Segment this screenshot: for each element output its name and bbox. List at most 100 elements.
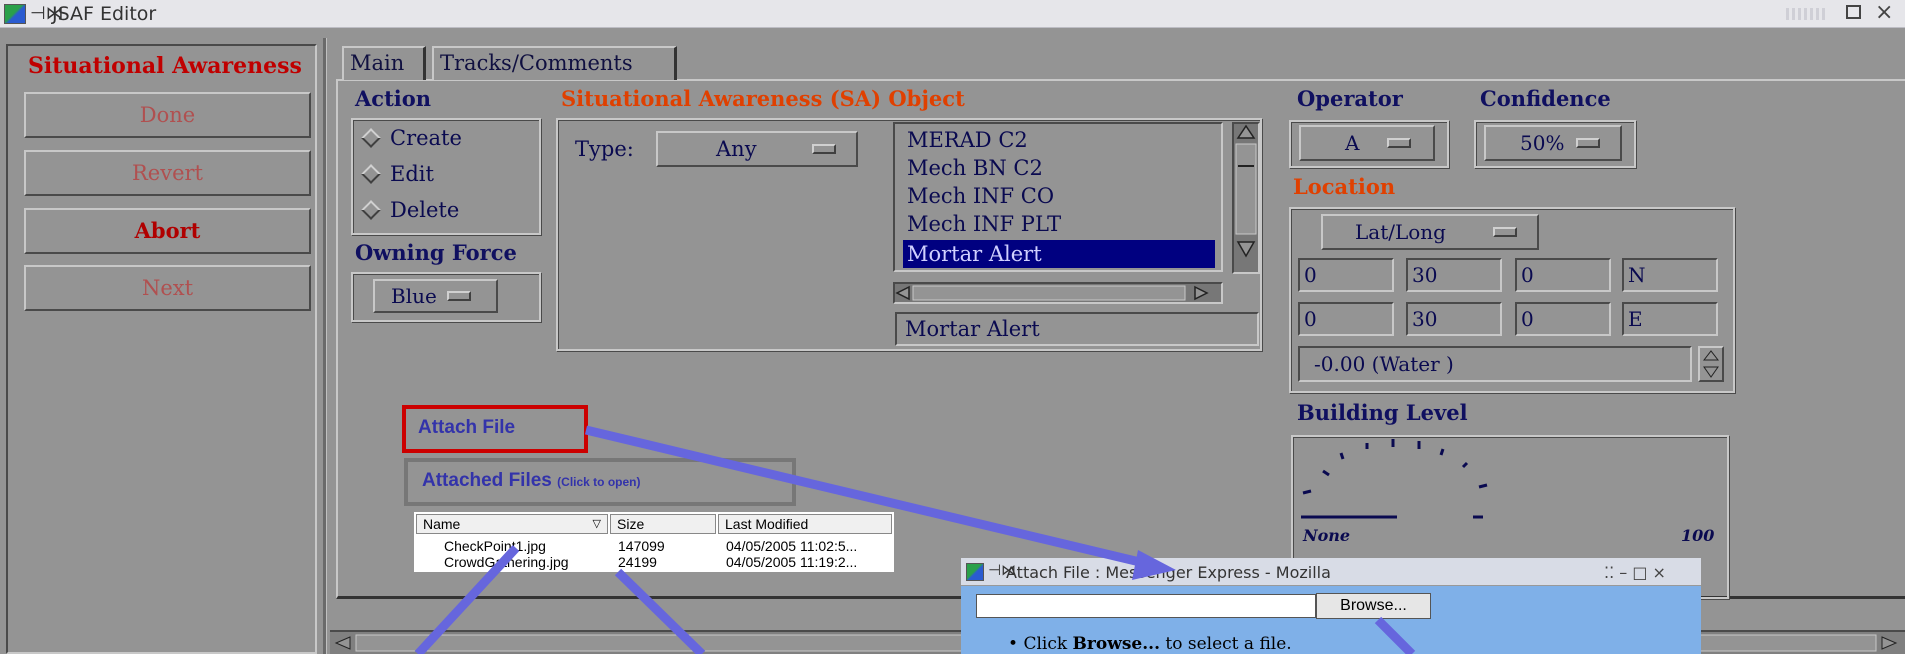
radio-diamond-icon	[361, 163, 381, 184]
list-vertical-scrollbar[interactable]	[1232, 122, 1260, 274]
table-cell-name[interactable]: CrowdGathering.jpg	[444, 554, 569, 570]
coordinate-mode-menu[interactable]: Lat/Long	[1321, 214, 1539, 250]
selected-object-field[interactable]: Mortar Alert	[895, 312, 1259, 346]
lat-seconds-field[interactable]: 0	[1515, 258, 1611, 292]
scroll-left-icon[interactable]	[895, 285, 910, 301]
list-item[interactable]: Mech INF PLT	[903, 210, 1215, 238]
coordinate-mode-value: Lat/Long	[1355, 220, 1446, 244]
table-cell-modified: 04/05/2005 11:19:2...	[726, 554, 858, 570]
radio-create[interactable]: Create	[361, 126, 462, 150]
column-header-modified[interactable]: Last Modified	[718, 514, 892, 534]
abort-button[interactable]: Abort	[24, 208, 311, 254]
scroll-up-icon[interactable]	[1236, 124, 1256, 139]
sort-icon: ▽	[592, 518, 601, 530]
scroll-down-icon[interactable]	[1236, 241, 1256, 258]
radio-diamond-icon	[361, 127, 381, 148]
instruction-prefix: Click	[1023, 634, 1073, 654]
window-title: JSAF Editor	[52, 3, 157, 25]
option-menu-icon	[1493, 227, 1517, 237]
owning-force-value: Blue	[391, 284, 437, 308]
table-cell-name[interactable]: CheckPoint1.jpg	[444, 538, 546, 554]
next-button[interactable]: Next	[24, 265, 311, 311]
type-menu[interactable]: Any	[656, 131, 858, 167]
location-label: Location	[1293, 174, 1396, 199]
file-path-input[interactable]	[976, 594, 1316, 618]
revert-button[interactable]: Revert	[24, 150, 311, 196]
owning-force-menu[interactable]: Blue	[373, 279, 498, 313]
spin-up-icon[interactable]	[1702, 350, 1720, 361]
table-cell-modified: 04/05/2005 11:02:5...	[726, 538, 858, 554]
done-button[interactable]: Done	[24, 92, 311, 138]
instruction-suffix: to select a file.	[1160, 634, 1292, 654]
maximize-icon[interactable]	[1846, 5, 1861, 19]
lon-degrees-field[interactable]: 0	[1298, 302, 1394, 336]
attached-files-table: Name ▽ Size Last Modified CheckPoint1.jpg…	[414, 512, 894, 572]
action-label: Action	[355, 86, 432, 111]
scroll-thumb[interactable]	[1235, 143, 1257, 235]
radio-diamond-icon	[361, 199, 381, 220]
owning-force-label: Owning Force	[355, 240, 517, 265]
confidence-value: 50%	[1520, 131, 1565, 155]
attached-files-hint: (Click to open)	[557, 475, 641, 489]
table-cell-size: 147099	[618, 538, 665, 554]
option-menu-icon	[447, 291, 471, 301]
list-item-selected[interactable]: Mortar Alert	[903, 240, 1215, 268]
operator-value: A	[1345, 131, 1360, 155]
option-menu-icon	[1387, 138, 1411, 148]
attach-file-link[interactable]: Attach File	[418, 417, 515, 439]
close-icon[interactable]: ×	[1875, 0, 1893, 25]
lat-minutes-field[interactable]: 30	[1406, 258, 1502, 292]
dialog-title: Attach File : Messenger Express - Mozill…	[1006, 563, 1331, 582]
dialog-window-controls-icon[interactable]: ⁚⁚ – □ ×	[1604, 563, 1666, 582]
panel-title: Situational Awareness	[28, 53, 302, 79]
list-horizontal-scrollbar[interactable]	[893, 282, 1223, 304]
scroll-right-icon[interactable]	[1194, 285, 1209, 301]
lon-hemisphere-field[interactable]: E	[1622, 302, 1718, 336]
option-menu-icon	[812, 144, 836, 154]
attached-files-label: Attached Files	[422, 470, 552, 491]
elevation-field[interactable]: -0.00 (Water )	[1298, 346, 1692, 382]
instruction-bold: Browse...	[1072, 634, 1160, 654]
scroll-right-icon[interactable]	[1881, 636, 1898, 650]
dialog-app-icon	[966, 563, 984, 581]
radio-delete-label: Delete	[390, 198, 460, 222]
operator-label: Operator	[1297, 86, 1403, 111]
operator-menu[interactable]: A	[1299, 125, 1435, 161]
browse-button[interactable]: Browse...	[1316, 593, 1431, 619]
gauge-min-label: None	[1302, 526, 1350, 545]
panel-divider[interactable]	[323, 38, 327, 654]
sa-object-label: Situational Awareness (SA) Object	[561, 86, 965, 111]
gauge-max-label: 100	[1681, 526, 1714, 545]
tab-tracks-comments[interactable]: Tracks/Comments	[432, 46, 677, 80]
lon-seconds-field[interactable]: 0	[1515, 302, 1611, 336]
attached-files-title: Attached Files (Click to open)	[422, 470, 641, 492]
confidence-menu[interactable]: 50%	[1484, 125, 1622, 161]
list-item[interactable]: Mech INF CO	[903, 182, 1215, 210]
scroll-left-icon[interactable]	[334, 636, 351, 650]
confidence-label: Confidence	[1480, 86, 1611, 111]
radio-edit-label: Edit	[390, 162, 434, 186]
column-header-name[interactable]: Name ▽	[416, 514, 608, 534]
type-label: Type:	[575, 137, 634, 161]
window-grip-icon	[1786, 8, 1826, 20]
column-header-size[interactable]: Size	[610, 514, 716, 534]
lat-hemisphere-field[interactable]: N	[1622, 258, 1718, 292]
app-icon	[4, 4, 26, 24]
list-item[interactable]: Mech BN C2	[903, 154, 1215, 182]
elevation-spinner[interactable]	[1698, 346, 1724, 382]
table-cell-size: 24199	[618, 554, 657, 570]
radio-edit[interactable]: Edit	[361, 162, 434, 186]
tab-main[interactable]: Main	[342, 46, 426, 80]
sa-object-list[interactable]: MERAD C2 Mech BN C2 Mech INF CO Mech INF…	[893, 122, 1223, 272]
column-name-label: Name	[423, 516, 461, 532]
radio-create-label: Create	[390, 126, 462, 150]
gauge-ticks	[1302, 439, 1488, 519]
lon-minutes-field[interactable]: 30	[1406, 302, 1502, 336]
spin-down-icon[interactable]	[1703, 366, 1719, 378]
window-titlebar	[0, 0, 1905, 28]
scroll-thumb[interactable]	[912, 285, 1186, 301]
lat-degrees-field[interactable]: 0	[1298, 258, 1394, 292]
type-value: Any	[716, 137, 757, 161]
list-item[interactable]: MERAD C2	[903, 126, 1215, 154]
radio-delete[interactable]: Delete	[361, 198, 460, 222]
